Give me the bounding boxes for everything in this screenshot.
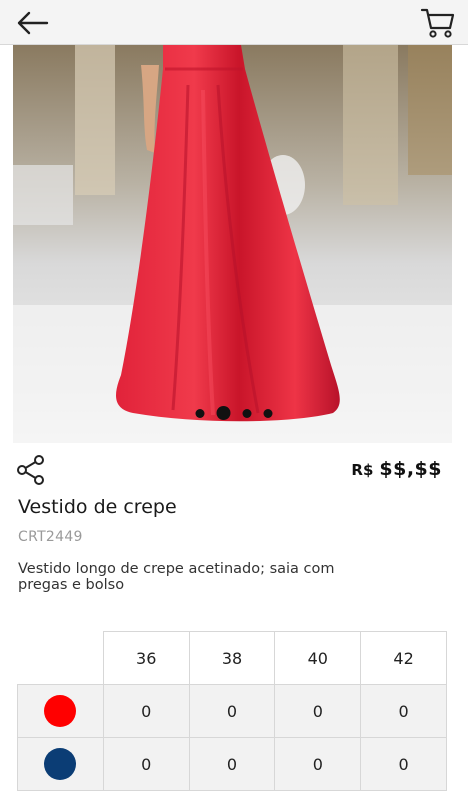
size-header: 38 xyxy=(188,631,276,685)
quantity-cell[interactable]: 0 xyxy=(360,737,447,791)
quantity-cell[interactable]: 0 xyxy=(102,737,190,791)
quantity-cell[interactable]: 0 xyxy=(188,684,276,738)
image-carousel-dots xyxy=(0,405,468,421)
quantity-cell[interactable]: 0 xyxy=(274,684,362,738)
price-value: $$,$$ xyxy=(379,458,442,480)
cart-button[interactable] xyxy=(418,4,458,42)
carousel-dot-4[interactable] xyxy=(263,408,272,418)
price-currency: R$ xyxy=(351,461,374,479)
size-header: 42 xyxy=(360,631,447,685)
share-icon xyxy=(17,455,44,485)
color-swatch-navy[interactable] xyxy=(44,748,77,780)
carousel-dot-1[interactable] xyxy=(195,408,204,418)
top-app-bar xyxy=(0,0,468,45)
color-swatch-red[interactable] xyxy=(44,695,77,727)
product-price: R$ $$,$$ xyxy=(351,458,442,482)
quantity-cell[interactable]: 0 xyxy=(274,737,362,791)
size-header-row: 36 38 40 42 xyxy=(17,631,447,685)
back-button[interactable] xyxy=(12,6,52,40)
carousel-dot-2[interactable] xyxy=(216,406,230,420)
carousel-dot-3[interactable] xyxy=(242,408,251,418)
arrow-left-icon xyxy=(17,11,49,35)
grid-corner-cell xyxy=(17,631,104,685)
color-row-navy: 0 0 0 0 xyxy=(17,737,447,791)
product-image[interactable] xyxy=(13,45,452,443)
size-color-grid: 36 38 40 42 0 0 0 0 0 0 0 0 xyxy=(17,631,447,791)
color-swatch-cell xyxy=(17,737,104,791)
product-description: Vestido longo de crepe acetinado; saia c… xyxy=(18,561,335,593)
quantity-cell[interactable]: 0 xyxy=(188,737,276,791)
color-swatch-cell xyxy=(17,684,104,738)
quantity-cell[interactable]: 0 xyxy=(102,684,190,738)
shopping-cart-icon xyxy=(420,8,455,38)
color-row-red: 0 0 0 0 xyxy=(17,684,447,738)
dress-photo xyxy=(13,45,452,443)
product-code: CRT2449 xyxy=(18,529,83,545)
share-button[interactable] xyxy=(16,454,48,486)
product-name: Vestido de crepe xyxy=(18,496,177,518)
size-header: 40 xyxy=(274,631,362,685)
size-header: 36 xyxy=(102,631,190,685)
quantity-cell[interactable]: 0 xyxy=(360,684,447,738)
